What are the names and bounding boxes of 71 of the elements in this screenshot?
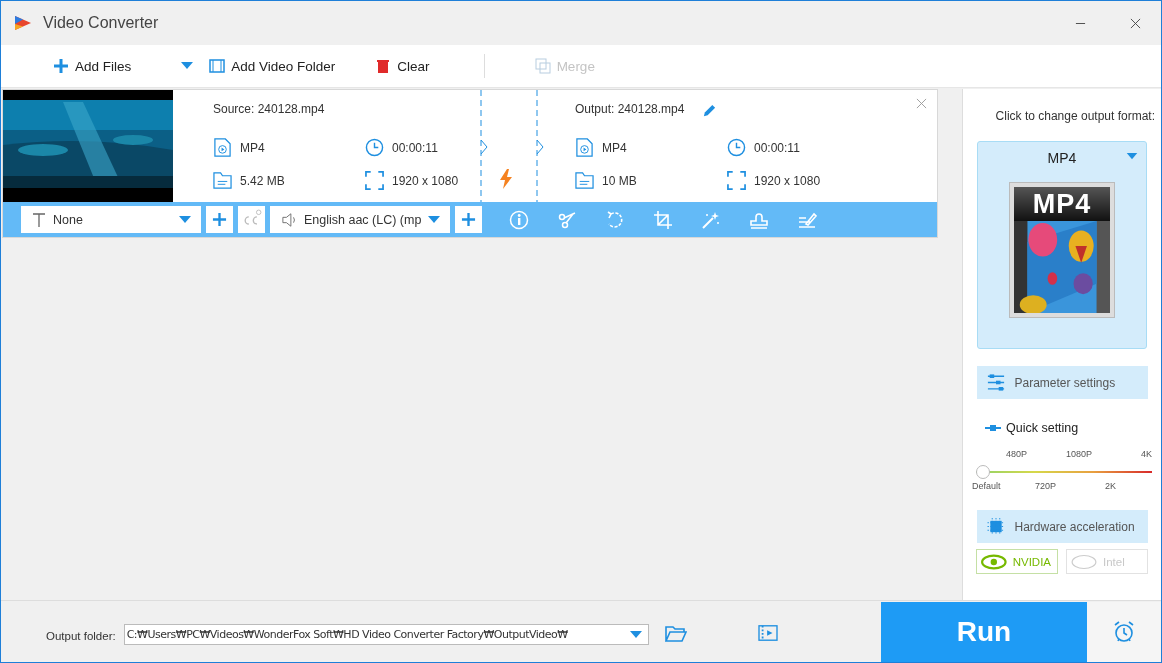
source-filename: Source: 240128.mp4: [213, 102, 326, 118]
folder-icon: [213, 171, 232, 190]
slider-icon: [985, 425, 1001, 431]
hardware-acceleration-button[interactable]: Hardware acceleration: [976, 510, 1148, 543]
clear-button[interactable]: Clear: [373, 54, 432, 78]
duration-value: 00:00:11: [392, 140, 438, 155]
format-name: MP4: [1047, 150, 1077, 166]
folder-button[interactable]: Add Video Folder: [207, 54, 338, 78]
oval-logo-icon: [1071, 553, 1097, 570]
caret-icon: [428, 215, 440, 224]
film-icon: [209, 58, 226, 74]
format-hint: Click to change output format:: [995, 109, 1155, 123]
crop-icon[interactable]: [653, 209, 673, 230]
size-value: 10 MB: [602, 173, 637, 188]
video-folder-icon[interactable]: [756, 624, 779, 642]
quality-label: 4K: [1141, 449, 1152, 459]
chip-icon: [986, 518, 1005, 535]
caret-icon: [1126, 153, 1138, 160]
sliders-icon: [986, 374, 1005, 391]
pencil-icon[interactable]: [702, 102, 718, 118]
output-format-selector[interactable]: MP4 MP4: [977, 141, 1147, 349]
quality-label: 480P: [1006, 449, 1028, 459]
clock-icon: [727, 138, 746, 157]
merge-icon: [534, 58, 551, 74]
open-folder-icon[interactable]: [664, 624, 687, 642]
quality-label: 720P: [1035, 481, 1057, 491]
plus-icon: [212, 212, 227, 227]
output-folder-field[interactable]: C:₩Users₩PC₩Videos₩WonderFox Soft₩HD Video Converter Factory₩OutputVideo₩: [123, 624, 649, 645]
lightning-icon[interactable]: [500, 169, 512, 189]
window-title: Video Converter: [43, 14, 159, 32]
trash-icon: [375, 58, 392, 74]
video-file-icon: [575, 138, 594, 157]
plus-icon: [461, 212, 476, 227]
parameter-settings-button[interactable]: Parameter settings: [976, 366, 1148, 399]
app-logo-icon: [13, 13, 33, 33]
format-value: MP4: [602, 140, 627, 155]
duration-value: 00:00:11: [754, 140, 800, 155]
close-icon[interactable]: [1130, 17, 1141, 29]
add-button[interactable]: Add Files: [51, 54, 134, 78]
audio-track-dropdown[interactable]: English aac (LC) (mp: [270, 206, 450, 233]
cut-icon[interactable]: [557, 209, 577, 230]
alarm-clock-icon[interactable]: [1112, 620, 1136, 644]
folder-icon: [575, 171, 594, 190]
format-badge: MP4: [1014, 187, 1110, 221]
eye-logo-icon: [981, 553, 1007, 570]
format-value: MP4: [240, 140, 265, 155]
subtitle-dropdown[interactable]: None: [21, 206, 201, 233]
add-subtitle-button[interactable]: [206, 206, 233, 233]
resolution-value: 1920 x 1080: [754, 173, 821, 188]
text-icon: [31, 211, 47, 228]
output-folder-label: Output folder:: [46, 630, 116, 642]
speaker-icon: [282, 211, 298, 228]
resolution-value: 1920 x 1080: [392, 173, 459, 188]
plus-icon: [53, 58, 69, 74]
rotate-icon[interactable]: [605, 209, 625, 230]
resolution-icon: [365, 171, 384, 190]
quick-setting-label: Quick setting: [1006, 421, 1079, 435]
caret-icon: [179, 215, 191, 224]
slider-thumb[interactable]: [976, 465, 990, 479]
add-audio-button[interactable]: [455, 206, 482, 233]
size-value: 5.42 MB: [240, 173, 285, 188]
quality-label: 2K: [1105, 481, 1116, 491]
output-filename: Output: 240128.mp4: [575, 102, 685, 118]
video-file-icon: [213, 138, 232, 157]
caret-icon: [181, 62, 194, 70]
quality-label: 1080P: [1066, 449, 1093, 459]
caret-icon: [629, 630, 642, 639]
quality-label: Default: [972, 481, 1001, 491]
clock-icon: [365, 138, 384, 157]
info-icon[interactable]: [509, 209, 529, 230]
resolution-icon: [727, 171, 746, 190]
